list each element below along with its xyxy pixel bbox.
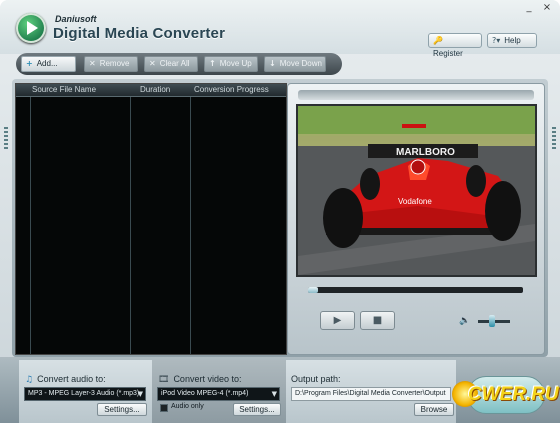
clear-all-label: Clear All (159, 59, 190, 68)
music-note-icon: ♫ (25, 375, 34, 385)
output-path-field[interactable]: D:\Program Files\Digital Media Converter… (291, 387, 451, 401)
volume-icon: 🔈 (459, 316, 471, 326)
audio-settings-button[interactable]: Settings... (97, 403, 147, 416)
output-panel: Output path: D:\Program Files\Digital Me… (286, 360, 456, 423)
remove-button[interactable]: ✕ Remove (84, 56, 138, 72)
video-panel: 🎞 Convert video to: iPod Video MPEG-4 (*.… (152, 360, 286, 423)
audio-format-select[interactable]: MP3 - MPEG Layer-3 Audio (*.mp3) ▼ (24, 387, 146, 401)
play-button[interactable]: ▶ (320, 311, 355, 330)
browse-button[interactable]: Browse (414, 403, 454, 416)
move-up-button[interactable]: ↑ Move Up (204, 56, 258, 72)
watermark-text: CWER.RU (468, 384, 559, 405)
app-window: Daniusoft Digital Media Converter _ × 🔑 R… (0, 0, 560, 423)
video-settings-button[interactable]: Settings... (233, 403, 281, 416)
column-divider (30, 97, 31, 354)
register-button[interactable]: 🔑 Register (428, 33, 482, 58)
arrow-down-icon: ↓ (269, 59, 276, 68)
column-divider (190, 97, 191, 354)
audio-panel: ♫ Convert audio to: MP3 - MPEG Layer-3 Au… (19, 360, 152, 423)
playback-progress-thumb[interactable] (308, 287, 318, 293)
convert-video-label: Convert video to: (173, 374, 242, 384)
audio-only-label: Audio only (171, 403, 204, 410)
app-title: Digital Media Converter (53, 25, 226, 42)
convert-audio-label: Convert audio to: (37, 374, 106, 384)
chevron-down-icon: ▼ (137, 390, 143, 398)
title-bar: Daniusoft Digital Media Converter _ × 🔑 R… (0, 0, 560, 58)
remove-label: Remove (99, 59, 130, 68)
video-preview: MARLBORO Vodafone (296, 104, 537, 277)
clear-all-button[interactable]: ✕ Clear All (144, 56, 198, 72)
column-duration[interactable]: Duration (140, 85, 170, 94)
move-down-label: Move Down (279, 59, 322, 68)
svg-text:Vodafone: Vodafone (398, 197, 432, 206)
add-label: Add... (36, 59, 58, 68)
left-edge-grip (4, 127, 8, 149)
video-panel-label: 🎞 Convert video to: (158, 374, 241, 385)
register-label: Register (433, 49, 463, 58)
race-car-image: MARLBORO Vodafone (298, 106, 535, 275)
toolbar: + Add... ✕ Remove ✕ Clear All ↑ Move Up ↓ Mov… (16, 53, 342, 75)
player-top-bar (298, 90, 534, 100)
brand-name: Daniusoft (55, 14, 97, 24)
chevron-down-icon: ▼ (271, 390, 277, 398)
audio-panel-label: ♫ Convert audio to: (25, 374, 106, 385)
video-format-select[interactable]: iPod Video MPEG-4 (*.mp4) ▼ (157, 387, 280, 401)
plus-icon: + (26, 59, 33, 68)
add-button[interactable]: + Add... (21, 56, 76, 72)
remove-icon: ✕ (89, 59, 96, 68)
arrow-up-icon: ↑ (209, 59, 216, 68)
film-icon: 🎞 (158, 375, 170, 385)
move-down-button[interactable]: ↓ Move Down (264, 56, 326, 72)
audio-only-checkbox[interactable] (160, 404, 168, 412)
minimize-button[interactable]: _ (522, 2, 536, 13)
right-edge-grip (552, 127, 556, 149)
help-button[interactable]: ?▾ Help (487, 33, 537, 48)
move-up-label: Move Up (219, 59, 252, 68)
close-button[interactable]: × (540, 2, 554, 13)
preview-player: MARLBORO Vodafone ▶ ■ 🔈 (287, 83, 545, 355)
column-source-file-name[interactable]: Source File Name (32, 85, 96, 94)
help-label: Help (504, 36, 521, 45)
clear-icon: ✕ (149, 59, 156, 68)
file-list[interactable]: Source File Name Duration Conversion Pro… (15, 83, 287, 355)
file-list-header: Source File Name Duration Conversion Pro… (16, 84, 286, 97)
key-icon: 🔑 (433, 36, 443, 45)
audio-format-value: MP3 - MPEG Layer-3 Audio (*.mp3) (28, 390, 140, 397)
app-logo-icon (16, 13, 46, 43)
playback-progress-bar[interactable] (308, 287, 523, 293)
output-path-label: Output path: (291, 374, 341, 384)
stop-button[interactable]: ■ (360, 311, 395, 330)
volume-slider-thumb[interactable] (489, 315, 496, 327)
column-conversion-progress[interactable]: Conversion Progress (194, 85, 269, 94)
column-divider (130, 97, 131, 354)
help-icon: ?▾ (492, 36, 501, 45)
svg-text:MARLBORO: MARLBORO (396, 147, 455, 158)
video-format-value: iPod Video MPEG-4 (*.mp4) (161, 390, 249, 397)
